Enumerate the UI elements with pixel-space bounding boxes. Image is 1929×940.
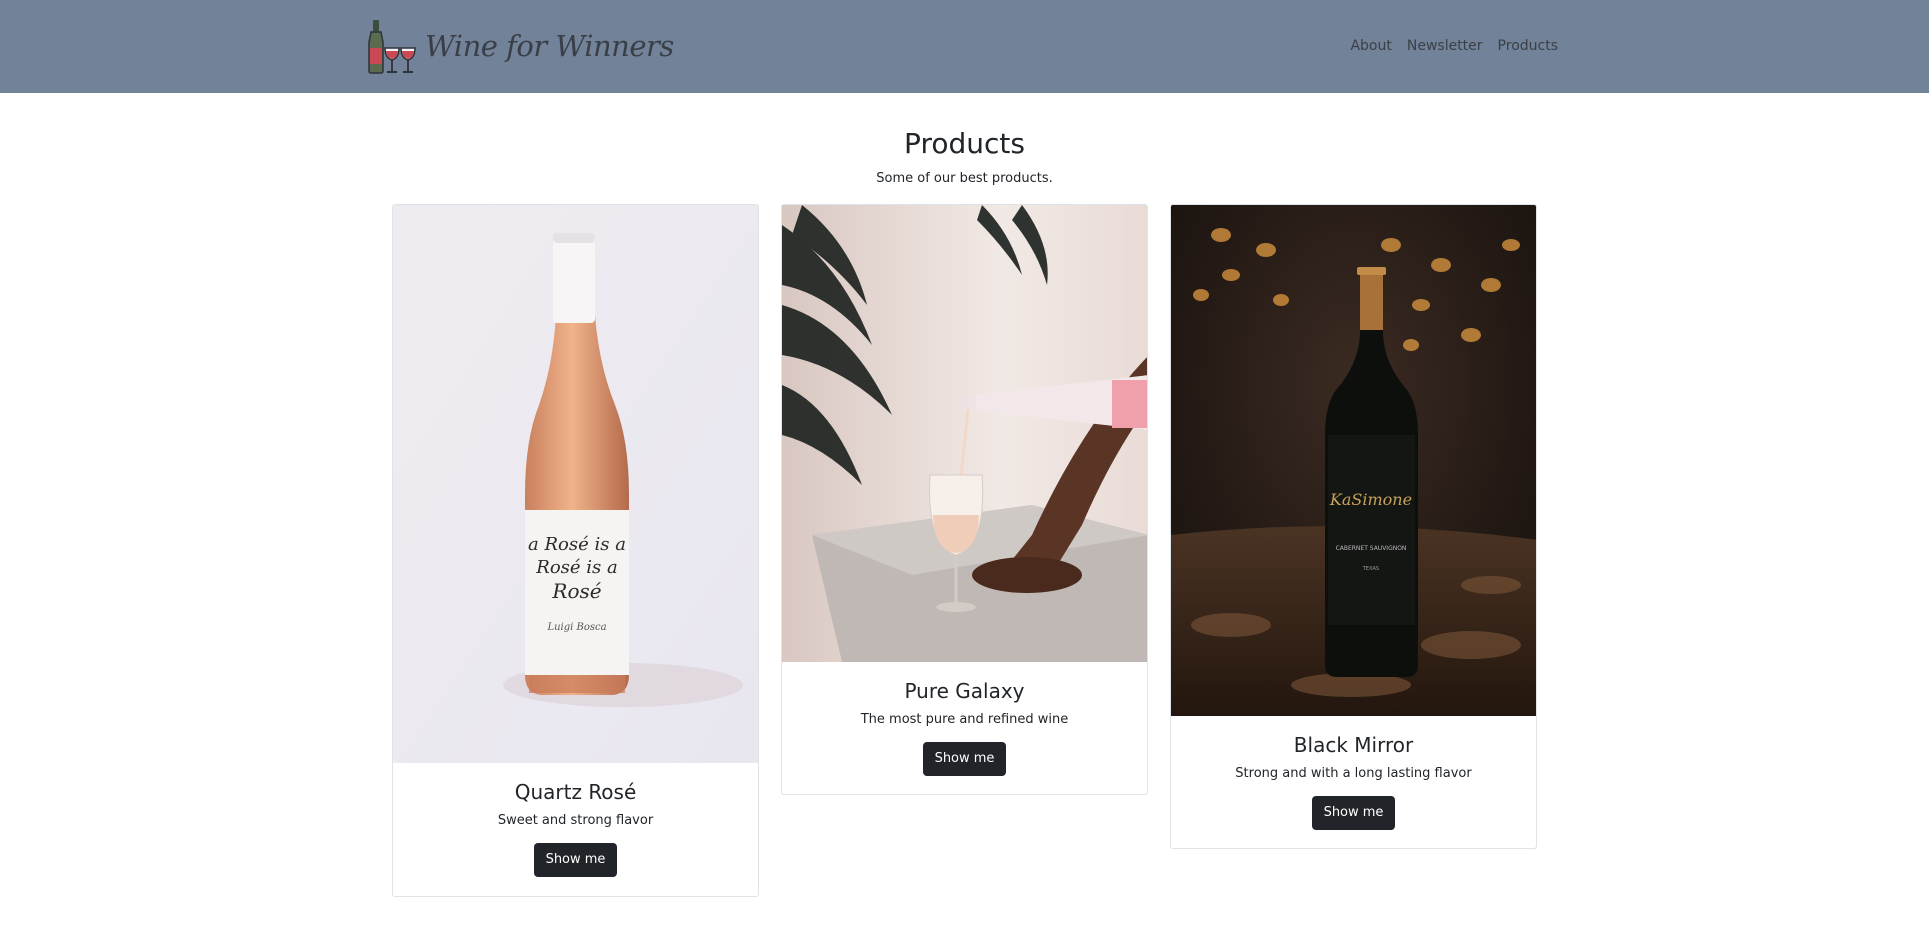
wine-bottle-glasses-icon: [368, 20, 416, 74]
nav-link-newsletter[interactable]: Newsletter: [1407, 36, 1483, 56]
product-title: Pure Galaxy: [904, 679, 1025, 703]
product-description: Strong and with a long lasting flavor: [1235, 766, 1472, 781]
product-card-quartz-rose: a Rosé is a Rosé is a Rosé Luigi Bosca Q…: [392, 204, 759, 897]
section-subtitle: Some of our best products.: [876, 171, 1053, 186]
product-title: Quartz Rosé: [514, 780, 637, 804]
show-me-button[interactable]: Show me: [533, 843, 618, 877]
svg-text:Rosé is a: Rosé is a: [535, 557, 617, 578]
product-description: Sweet and strong flavor: [497, 813, 654, 828]
svg-text:KaSimone: KaSimone: [1329, 490, 1412, 509]
card-body: Pure Galaxy The most pure and refined wi…: [782, 662, 1147, 776]
product-card-pure-galaxy: Pure Galaxy The most pure and refined wi…: [781, 204, 1148, 795]
product-description: The most pure and refined wine: [860, 712, 1069, 727]
wine-pouring-photo: [782, 205, 1147, 662]
navbar: Wine for Winners About Newsletter Produc…: [0, 0, 1929, 93]
product-card-black-mirror: KaSimone CABERNET SAUVIGNON TEXAS Black …: [1170, 204, 1537, 849]
card-body: Quartz Rosé Sweet and strong flavor Show…: [393, 763, 758, 877]
main-nav: About Newsletter Products: [1350, 36, 1558, 56]
red-wine-bottle-photo: KaSimone CABERNET SAUVIGNON TEXAS: [1171, 205, 1536, 716]
brand-logo-link[interactable]: Wine for Winners: [365, 18, 674, 74]
svg-text:a Rosé is a: a Rosé is a: [528, 534, 626, 555]
rose-wine-bottle-photo: a Rosé is a Rosé is a Rosé Luigi Bosca: [393, 205, 758, 763]
product-title: Black Mirror: [1293, 733, 1414, 757]
show-me-button[interactable]: Show me: [922, 742, 1007, 776]
svg-text:CABERNET SAUVIGNON: CABERNET SAUVIGNON: [1336, 545, 1407, 552]
svg-text:TEXAS: TEXAS: [1362, 566, 1379, 572]
nav-link-about[interactable]: About: [1350, 36, 1391, 56]
brand-name: Wine for Winners: [425, 28, 674, 63]
svg-text:Rosé: Rosé: [551, 579, 601, 603]
card-body: Black Mirror Strong and with a long last…: [1171, 716, 1536, 830]
nav-link-products[interactable]: Products: [1498, 36, 1558, 56]
show-me-button[interactable]: Show me: [1311, 796, 1396, 830]
section-title: Products: [904, 127, 1025, 160]
svg-text:Luigi Bosca: Luigi Bosca: [546, 622, 606, 633]
